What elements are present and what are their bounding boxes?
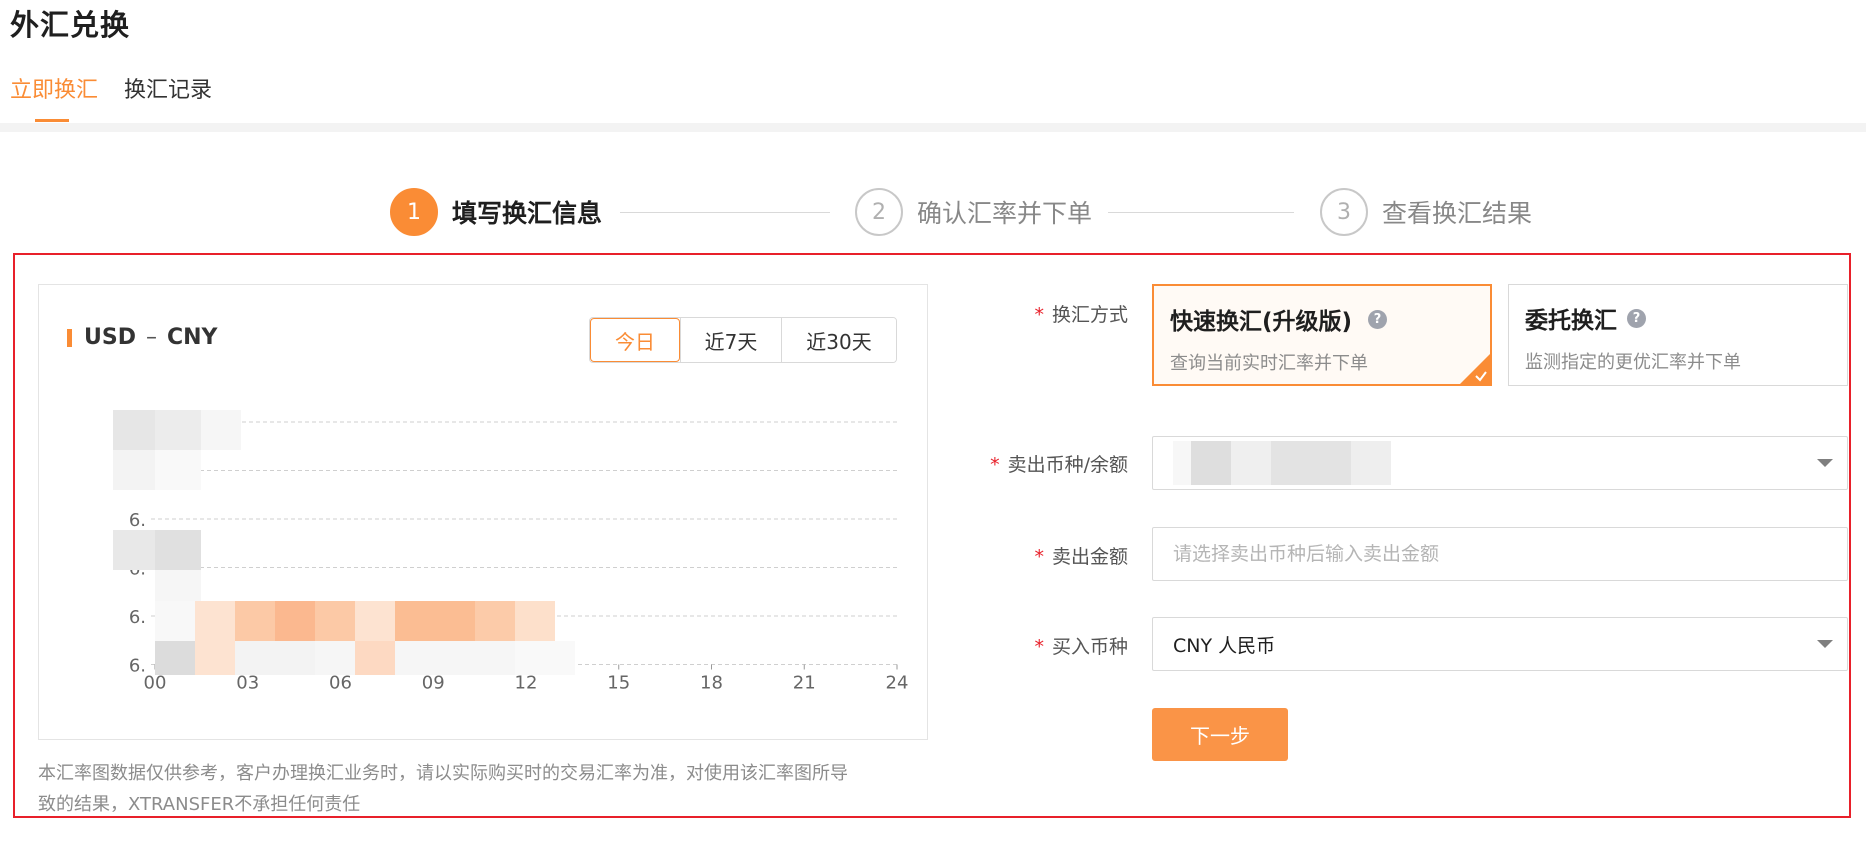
redacted-value	[1231, 441, 1271, 485]
rate-chart-card: USD – CNY 今日 近7天 近30天 6.6.6.6.6.6.000306…	[38, 284, 928, 740]
y-tick-label: 6.	[129, 607, 146, 628]
step-2-label: 确认汇率并下单	[917, 199, 1093, 228]
x-tick-label: 06	[329, 673, 352, 694]
entrusted-exchange-desc: 监测指定的更优汇率并下单	[1525, 352, 1741, 373]
buy-currency-select[interactable]: CNY 人民币	[1152, 617, 1848, 671]
required-mark: *	[1034, 636, 1044, 658]
step-connector	[1108, 212, 1294, 213]
quick-exchange-title: 快速换汇(升级版) ?	[1170, 302, 1474, 336]
help-icon[interactable]: ?	[1627, 308, 1646, 328]
step-1-label: 填写换汇信息	[452, 199, 603, 228]
chevron-down-icon	[1817, 640, 1833, 648]
x-tick-label: 15	[607, 673, 630, 694]
redacted-data-cell	[315, 641, 355, 675]
tab-bar: 立即换汇 换汇记录	[10, 72, 212, 122]
tab-exchange-history[interactable]: 换汇记录	[124, 72, 212, 104]
tab-exchange-now[interactable]: 立即换汇	[10, 72, 98, 122]
x-tick-label: 00	[144, 673, 167, 694]
redacted-data-cell	[395, 601, 475, 641]
redacted-data-cell	[315, 601, 355, 641]
redacted-value	[1191, 441, 1231, 485]
redacted-value	[1351, 441, 1391, 485]
redacted-data-cell	[475, 601, 515, 641]
method-label-text: 换汇方式	[1051, 304, 1128, 326]
step-1-number: 1	[390, 188, 438, 236]
redacted-data-cell	[113, 530, 155, 570]
buy-currency-label-text: 买入币种	[1051, 636, 1128, 658]
disclaimer-line-1: 本汇率图数据仅供参考，客户办理换汇业务时，请以实际购买时的交易汇率为准，对使用该…	[38, 763, 848, 784]
x-tick-label: 09	[422, 673, 445, 694]
step-indicator: 1 填写换汇信息 2 确认汇率并下单 3 查看换汇结果	[0, 188, 1866, 238]
chart-disclaimer: 本汇率图数据仅供参考，客户办理换汇业务时，请以实际购买时的交易汇率为准，对使用该…	[38, 758, 928, 820]
quick-exchange-option[interactable]: 快速换汇(升级版) ? 查询当前实时汇率并下单	[1152, 284, 1492, 386]
buy-currency-label: * 买入币种	[928, 632, 1128, 659]
required-mark: *	[990, 454, 1000, 476]
y-tick-label: 6.	[129, 510, 146, 531]
rate-chart: 6.6.6.6.6.6.000306091215182124	[113, 410, 909, 694]
redacted-data-cell	[355, 601, 395, 641]
step-1: 1 填写换汇信息	[390, 188, 602, 236]
disclaimer-line-2: 致的结果，XTRANSFER不承担任何责任	[38, 794, 361, 815]
sell-currency-label: * 卖出币种/余额	[928, 450, 1128, 477]
sell-amount-input[interactable]	[1173, 543, 1847, 565]
entrusted-exchange-option[interactable]: 委托换汇 ? 监测指定的更优汇率并下单	[1508, 284, 1848, 386]
redacted-data-cell	[235, 641, 315, 675]
sell-amount-label-text: 卖出金额	[1051, 546, 1128, 568]
x-tick-label: 24	[886, 673, 909, 694]
chevron-down-icon	[1817, 459, 1833, 467]
redacted-data-cell	[155, 450, 201, 490]
redacted-data-cell	[395, 641, 515, 675]
sell-currency-label-text: 卖出币种/余额	[1007, 454, 1128, 476]
redacted-data-cell	[195, 641, 235, 675]
redacted-data-cell	[201, 410, 241, 450]
sell-amount-field	[1152, 527, 1848, 581]
method-label: * 换汇方式	[928, 300, 1128, 327]
redacted-data-cell	[195, 601, 235, 641]
redacted-data-cell	[515, 641, 575, 675]
selected-check-icon	[1459, 353, 1491, 385]
x-tick-label: 03	[236, 673, 259, 694]
buy-currency-value: CNY 人民币	[1173, 634, 1276, 657]
redacted-data-cell	[355, 641, 395, 675]
x-tick-label: 21	[793, 673, 816, 694]
entrusted-exchange-title: 委托换汇 ?	[1525, 301, 1831, 335]
redacted-data-cell	[515, 601, 555, 641]
redacted-value	[1271, 441, 1351, 485]
redacted-data-cell	[155, 410, 201, 450]
redacted-data-cell	[155, 530, 201, 570]
entrusted-exchange-title-text: 委托换汇	[1525, 308, 1617, 334]
redacted-data-cell	[235, 601, 275, 641]
redacted-data-cell	[155, 601, 195, 641]
x-tick-label: 12	[515, 673, 538, 694]
redacted-data-cell	[155, 641, 195, 675]
sell-currency-select[interactable]	[1152, 436, 1848, 490]
redacted-data-cell	[113, 450, 155, 490]
required-mark: *	[1034, 546, 1044, 568]
quick-exchange-desc: 查询当前实时汇率并下单	[1170, 353, 1368, 374]
step-2-number: 2	[855, 188, 903, 236]
step-2: 2 确认汇率并下单	[855, 188, 1092, 236]
required-mark: *	[1034, 304, 1044, 326]
redacted-data-cell	[113, 410, 155, 450]
step-connector	[620, 212, 830, 213]
sell-amount-label: * 卖出金额	[928, 542, 1128, 569]
redacted-data-cell	[275, 601, 315, 641]
help-icon[interactable]: ?	[1368, 309, 1388, 329]
next-step-button[interactable]: 下一步	[1152, 708, 1288, 761]
x-tick-label: 18	[700, 673, 723, 694]
quick-exchange-title-text: 快速换汇(升级版)	[1170, 309, 1353, 335]
redacted-value	[1173, 441, 1193, 485]
divider-band	[0, 123, 1866, 132]
step-3: 3 查看换汇结果	[1320, 188, 1532, 236]
page-title: 外汇兑换	[10, 8, 131, 42]
step-3-number: 3	[1320, 188, 1368, 236]
step-3-label: 查看换汇结果	[1382, 199, 1533, 228]
